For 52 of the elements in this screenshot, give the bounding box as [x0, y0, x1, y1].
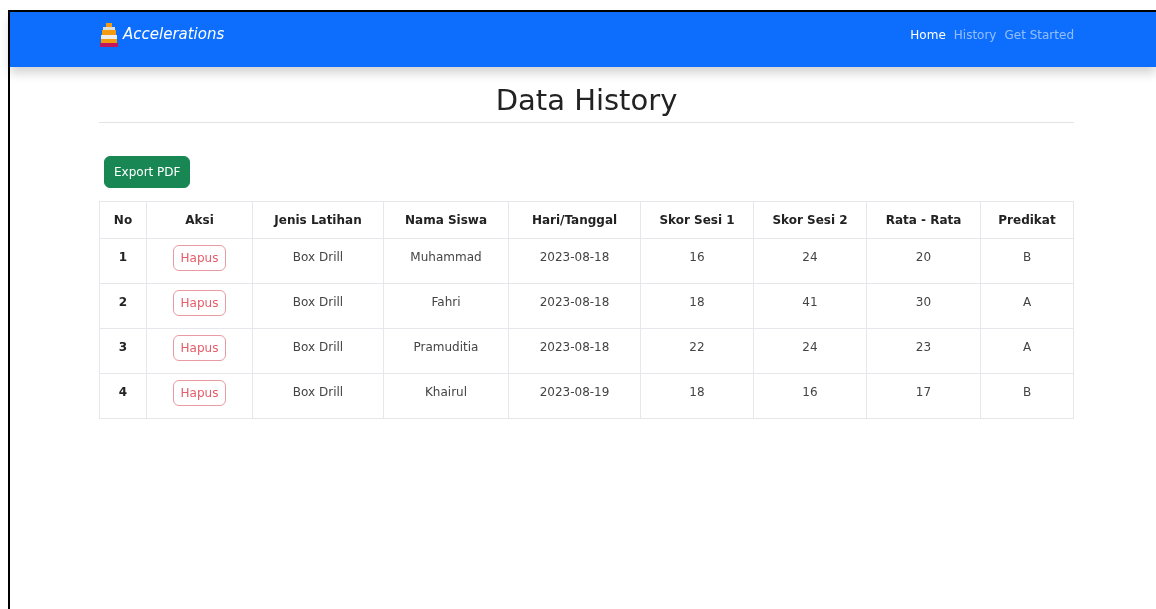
nav-link[interactable]: Get Started — [1004, 25, 1074, 44]
table-cell: Box Drill — [252, 373, 384, 419]
row-number: 4 — [99, 373, 147, 419]
table-cell: 24 — [753, 328, 867, 374]
page-title: Data History — [494, 83, 679, 118]
table-cell: 24 — [753, 238, 867, 284]
table-cell: 16 — [640, 238, 754, 284]
column-header: Aksi — [146, 201, 253, 239]
table-cell: 16 — [753, 373, 867, 419]
column-header: Nama Siswa — [383, 201, 509, 239]
column-header: Skor Sesi 1 — [640, 201, 754, 239]
table-cell: 30 — [866, 283, 981, 329]
table-cell: Muhammad — [383, 238, 509, 284]
traffic-cone-icon — [99, 21, 119, 48]
table-cell: Box Drill — [252, 238, 384, 284]
row-number: 3 — [99, 328, 147, 374]
delete-button[interactable]: Hapus — [172, 289, 227, 316]
nav-link[interactable]: Home — [910, 25, 946, 44]
column-header: No — [99, 201, 147, 239]
table-cell: 2023-08-18 — [508, 283, 641, 329]
table-cell: 22 — [640, 328, 754, 374]
column-header: Rata - Rata — [866, 201, 981, 239]
column-header: Hari/Tanggal — [508, 201, 641, 239]
table-cell: 17 — [866, 373, 981, 419]
delete-button[interactable]: Hapus — [172, 379, 227, 406]
table-cell: A — [980, 283, 1074, 329]
table-cell: B — [980, 238, 1074, 284]
table-cell: A — [980, 328, 1074, 374]
table-cell: 2023-08-18 — [508, 238, 641, 284]
table-cell: 41 — [753, 283, 867, 329]
table-cell: Box Drill — [252, 328, 384, 374]
table-cell: 23 — [866, 328, 981, 374]
brand-name[interactable]: Accelerations — [123, 23, 225, 46]
export-pdf-button[interactable]: Export PDF — [104, 155, 191, 188]
table-cell: B — [980, 373, 1074, 419]
table-cell: 20 — [866, 238, 981, 284]
table-cell: 2023-08-18 — [508, 328, 641, 374]
table-cell: 2023-08-19 — [508, 373, 641, 419]
table-cell: Box Drill — [252, 283, 384, 329]
table-cell: Khairul — [383, 373, 509, 419]
table-cell: 18 — [640, 373, 754, 419]
nav-link[interactable]: History — [953, 25, 997, 44]
column-header: Jenis Latihan — [252, 201, 384, 239]
table-cell: 18 — [640, 283, 754, 329]
table-cell: Pramuditia — [383, 328, 509, 374]
column-header: Predikat — [980, 201, 1074, 239]
row-number: 1 — [99, 238, 147, 284]
row-number: 2 — [99, 283, 147, 329]
table-cell: Fahri — [383, 283, 509, 329]
column-header: Skor Sesi 2 — [753, 201, 867, 239]
delete-button[interactable]: Hapus — [172, 244, 227, 271]
delete-button[interactable]: Hapus — [172, 334, 227, 361]
